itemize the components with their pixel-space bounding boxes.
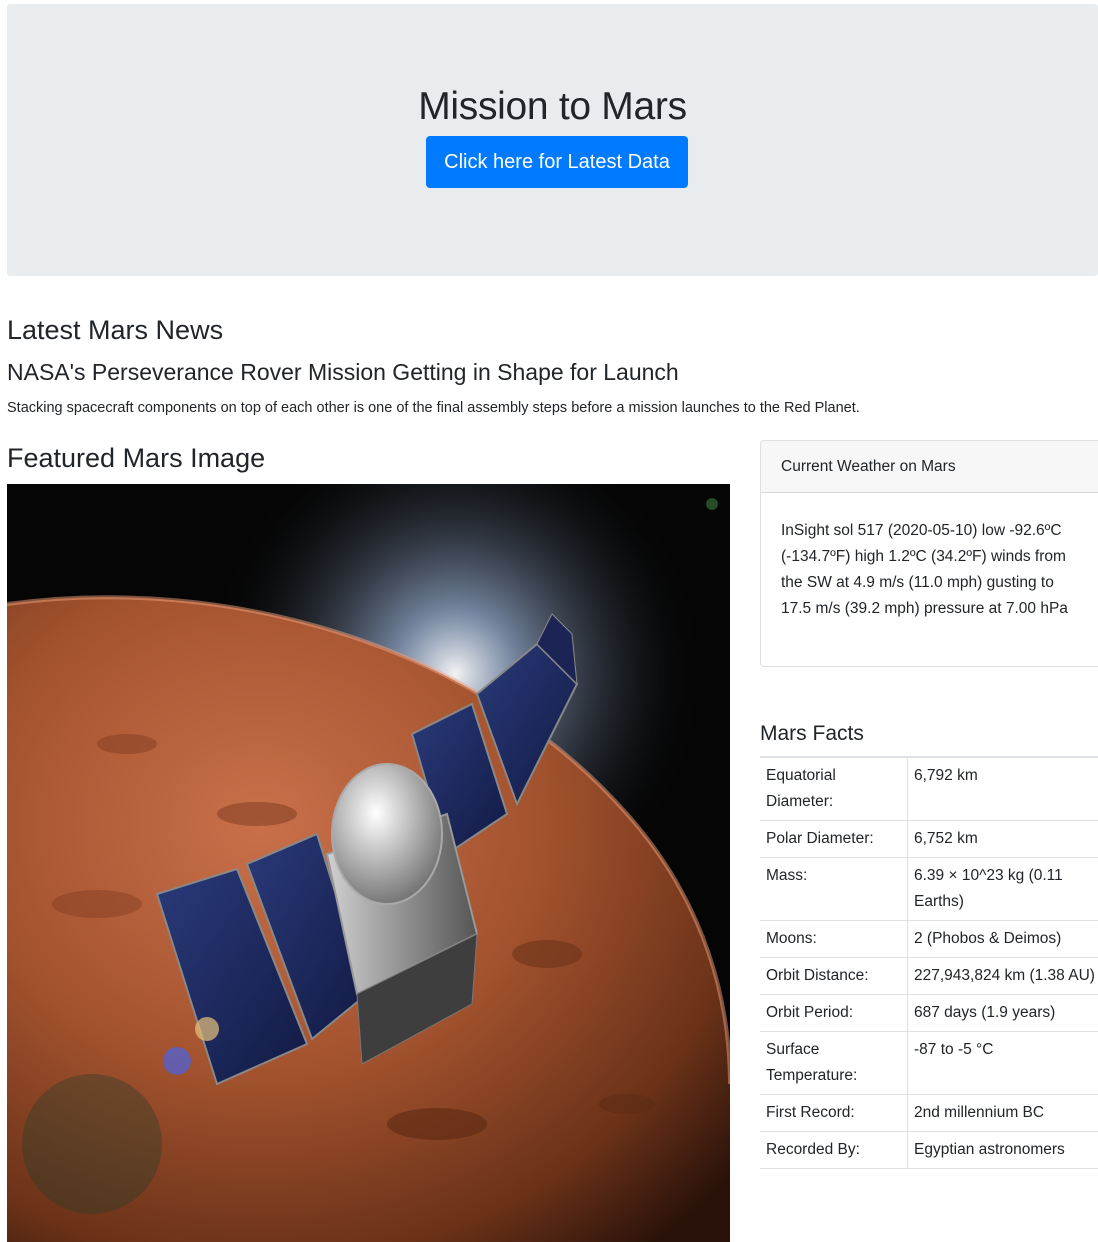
table-row: Surface Temperature: -87 to -5 °C: [760, 1031, 1098, 1095]
table-row: Polar Diameter: 6,752 km: [760, 820, 1098, 858]
fact-value: 687 days (1.9 years): [907, 994, 1098, 1032]
fact-label: Orbit Period:: [760, 994, 908, 1032]
fact-value: 6.39 × 10^23 kg (0.11 Earths): [907, 857, 1098, 921]
weather-card-header: Current Weather on Mars: [761, 441, 1098, 493]
table-row: Equatorial Diameter: 6,792 km: [760, 756, 1098, 821]
featured-image-heading: Featured Mars Image: [7, 443, 266, 473]
news-title: NASA's Perseverance Rover Mission Gettin…: [7, 359, 679, 385]
latest-data-button[interactable]: Click here for Latest Data: [426, 136, 688, 188]
fact-label: Equatorial Diameter:: [760, 756, 908, 821]
table-row: Recorded By: Egyptian astronomers: [760, 1131, 1098, 1169]
table-row: Mass: 6.39 × 10^23 kg (0.11 Earths): [760, 857, 1098, 921]
fact-value: Egyptian astronomers: [907, 1131, 1098, 1169]
fact-value: 6,752 km: [907, 820, 1098, 858]
page-title: Mission to Mars: [418, 85, 687, 128]
fact-value: 2nd millennium BC: [907, 1094, 1098, 1132]
fact-label: Moons:: [760, 920, 908, 958]
weather-card: Current Weather on Mars InSight sol 517 …: [760, 440, 1098, 667]
table-row: First Record: 2nd millennium BC: [760, 1094, 1098, 1132]
fact-label: Orbit Distance:: [760, 957, 908, 995]
fact-label: Mass:: [760, 857, 908, 921]
weather-card-body: InSight sol 517 (2020-05-10) low -92.6ºC…: [781, 522, 1068, 617]
fact-label: First Record:: [760, 1094, 908, 1132]
mars-facts-table: Equatorial Diameter: 6,792 km Polar Diam…: [760, 756, 1098, 1169]
table-row: Orbit Period: 687 days (1.9 years): [760, 994, 1098, 1032]
fact-label: Recorded By:: [760, 1131, 908, 1169]
fact-value: 6,792 km: [907, 756, 1098, 821]
table-row: Moons: 2 (Phobos & Deimos): [760, 920, 1098, 958]
news-paragraph: Stacking spacecraft components on top of…: [7, 400, 860, 416]
fact-label: Polar Diameter:: [760, 820, 908, 858]
fact-value: 227,943,824 km (1.38 AU): [907, 957, 1098, 995]
fact-label: Surface Temperature:: [760, 1031, 908, 1095]
jumbotron: Mission to Mars Click here for Latest Da…: [7, 4, 1098, 276]
fact-value: 2 (Phobos & Deimos): [907, 920, 1098, 958]
mars-facts-heading: Mars Facts: [760, 722, 864, 745]
news-section-heading: Latest Mars News: [7, 315, 224, 345]
featured-mars-image: [7, 484, 730, 1242]
fact-value: -87 to -5 °C: [907, 1031, 1098, 1095]
table-row: Orbit Distance: 227,943,824 km (1.38 AU): [760, 957, 1098, 995]
